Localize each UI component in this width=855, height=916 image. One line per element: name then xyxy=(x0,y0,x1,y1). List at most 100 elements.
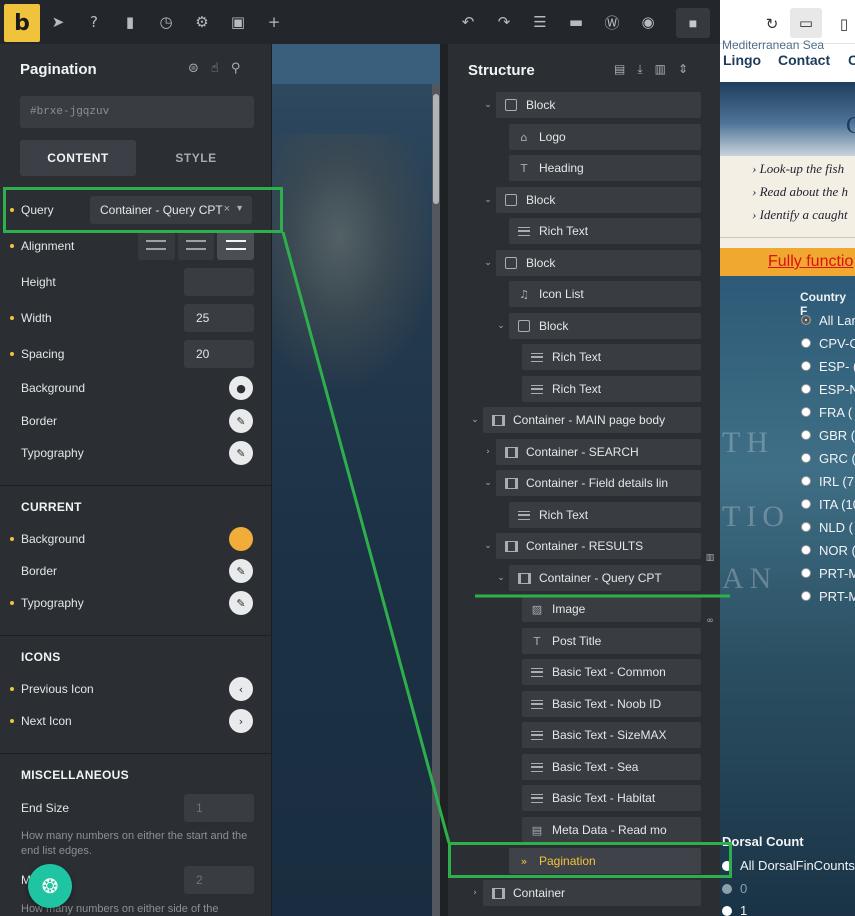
chevron-right-icon[interactable]: › xyxy=(482,446,494,458)
tab-style[interactable]: STYLE xyxy=(138,140,254,176)
folder-icon[interactable]: ▬ xyxy=(566,12,586,32)
toggle-icon[interactable]: ⊜ xyxy=(188,61,199,76)
structure-node-heading[interactable]: T Heading xyxy=(509,155,701,181)
chevron-right-icon[interactable]: › xyxy=(229,709,253,733)
droplet-icon[interactable]: ● xyxy=(229,376,253,400)
wordpress-icon[interactable]: Ⓦ xyxy=(602,12,622,32)
pencil-icon[interactable]: ✎ xyxy=(229,409,253,433)
chevron-down-icon[interactable]: ⌄ xyxy=(482,99,494,111)
structure-node-meta-data-read-mo[interactable]: ▤ Meta Data - Read mo xyxy=(522,817,701,843)
radio-button[interactable] xyxy=(801,315,811,325)
color-swatch[interactable] xyxy=(229,527,253,551)
mid-size-input[interactable]: 2 xyxy=(184,866,254,894)
country-option[interactable]: ESP-N xyxy=(801,381,855,397)
desktop-icon[interactable]: ▭ xyxy=(790,8,822,38)
structure-node-basic-text-common[interactable]: Basic Text - Common xyxy=(522,659,701,685)
pencil-icon[interactable]: ✎ xyxy=(229,591,253,615)
structure-node-rich-text[interactable]: Rich Text xyxy=(522,376,701,402)
chevron-down-icon[interactable]: ⌄ xyxy=(469,414,481,426)
structure-node-container-results[interactable]: Container - RESULTS xyxy=(496,533,701,559)
search-icon[interactable]: ⚲ xyxy=(231,61,241,76)
save-icon[interactable]: ■ xyxy=(676,8,710,38)
radio-button[interactable] xyxy=(801,499,811,509)
structure-node-rich-text[interactable]: Rich Text xyxy=(509,502,701,528)
chevron-right-icon[interactable]: › xyxy=(469,887,481,899)
chevron-down-icon[interactable]: ⌄ xyxy=(482,194,494,206)
country-option[interactable]: ESP- ( xyxy=(801,358,855,374)
link-icon[interactable]: ∞ xyxy=(704,615,716,627)
preview-icon[interactable]: ◉ xyxy=(638,12,658,32)
phone-icon[interactable]: ▯ xyxy=(832,12,855,36)
align-middle-button[interactable] xyxy=(177,230,215,260)
add-icon[interactable]: + xyxy=(264,12,284,32)
chevron-left-icon[interactable]: ‹ xyxy=(229,677,253,701)
canvas-scroll-thumb[interactable] xyxy=(433,94,439,204)
structure-node-block[interactable]: Block xyxy=(496,250,701,276)
nav-more[interactable]: C xyxy=(848,52,855,68)
country-option[interactable]: PRT-M xyxy=(801,588,855,604)
structure-node-container-field-details-lin[interactable]: Container - Field details lin xyxy=(496,470,701,496)
structure-node-block[interactable]: Block xyxy=(509,313,701,339)
height-input[interactable] xyxy=(184,268,254,296)
canvas-scrollbar[interactable] xyxy=(432,84,440,916)
template-icon[interactable]: ▣ xyxy=(228,12,248,32)
country-option[interactable]: PRT-M xyxy=(801,565,855,581)
redo-icon[interactable]: ↷ xyxy=(494,12,514,32)
settings-icon[interactable]: ⚙ xyxy=(192,12,212,32)
builder-canvas[interactable] xyxy=(272,44,440,916)
chevron-down-icon[interactable]: ⌄ xyxy=(482,540,494,552)
radio-button[interactable] xyxy=(801,338,811,348)
hand-icon[interactable]: ☝ xyxy=(211,61,219,76)
country-option[interactable]: All Lar xyxy=(801,312,855,328)
end-size-input[interactable]: 1 xyxy=(184,794,254,822)
country-option[interactable]: CPV-C xyxy=(801,335,855,351)
structure-node-basic-text-habitat[interactable]: Basic Text - Habitat xyxy=(522,785,701,811)
nav-contact[interactable]: Contact xyxy=(778,52,830,68)
country-option[interactable]: NLD ( xyxy=(801,519,855,535)
country-option[interactable]: NOR ( xyxy=(801,542,855,558)
structure-node-icon-list[interactable]: ♫ Icon List xyxy=(509,281,701,307)
nav-lingo[interactable]: Lingo xyxy=(723,52,761,68)
clipboard-icon[interactable]: ▤ xyxy=(614,62,625,77)
radio-button[interactable] xyxy=(801,522,811,532)
layout-icon[interactable]: ☰ xyxy=(530,12,550,32)
align-top-button[interactable] xyxy=(138,230,175,260)
structure-node-container-query-cpt[interactable]: Container - Query CPT xyxy=(509,565,701,591)
radio-button[interactable] xyxy=(801,407,811,417)
structure-node-block[interactable]: Block xyxy=(496,187,701,213)
radio-button[interactable] xyxy=(801,453,811,463)
structure-node-post-title[interactable]: T Post Title xyxy=(522,628,701,654)
radio-button[interactable] xyxy=(801,361,811,371)
refresh-icon[interactable]: ↻ xyxy=(760,12,784,36)
structure-node-container-search[interactable]: Container - SEARCH xyxy=(496,439,701,465)
download-icon[interactable]: ⤓ xyxy=(637,62,642,77)
align-bottom-button[interactable] xyxy=(217,230,255,260)
help-icon[interactable]: ? xyxy=(84,12,104,32)
element-id-field[interactable]: #brxe-jgqzuv xyxy=(20,96,254,128)
structure-node-logo[interactable]: ⌂ Logo xyxy=(509,124,701,150)
fingerprint-icon[interactable]: ❂ xyxy=(28,864,72,908)
structure-node-basic-text-noob-id[interactable]: Basic Text - Noob ID xyxy=(522,691,701,717)
radio-button[interactable] xyxy=(801,430,811,440)
radio-button[interactable] xyxy=(801,568,811,578)
structure-node-block[interactable]: Block xyxy=(496,92,701,118)
country-option[interactable]: GBR ( xyxy=(801,427,855,443)
radio-button[interactable] xyxy=(801,591,811,601)
country-option[interactable]: IRL (7 xyxy=(801,473,855,489)
structure-node-container[interactable]: Container xyxy=(483,880,701,906)
pencil-icon[interactable]: ✎ xyxy=(229,441,253,465)
structure-node-rich-text[interactable]: Rich Text xyxy=(522,344,701,370)
tab-content[interactable]: CONTENT xyxy=(20,140,136,176)
structure-node-image[interactable]: ▨ Image xyxy=(522,596,701,622)
dorsal-option[interactable]: All DorsalFinCounts xyxy=(722,858,855,873)
trash-icon[interactable]: ▥ xyxy=(655,62,666,77)
trash-icon[interactable]: ▥ xyxy=(704,552,716,564)
radio-button[interactable] xyxy=(722,905,732,916)
country-option[interactable]: GRC ( xyxy=(801,450,855,466)
structure-node-basic-text-sea[interactable]: Basic Text - Sea xyxy=(522,754,701,780)
dorsal-option[interactable]: 0 xyxy=(722,881,747,896)
chevron-down-icon[interactable]: ⌄ xyxy=(495,320,507,332)
radio-button[interactable] xyxy=(801,476,811,486)
radio-button[interactable] xyxy=(722,883,732,894)
dorsal-option[interactable]: 1 xyxy=(722,903,747,916)
